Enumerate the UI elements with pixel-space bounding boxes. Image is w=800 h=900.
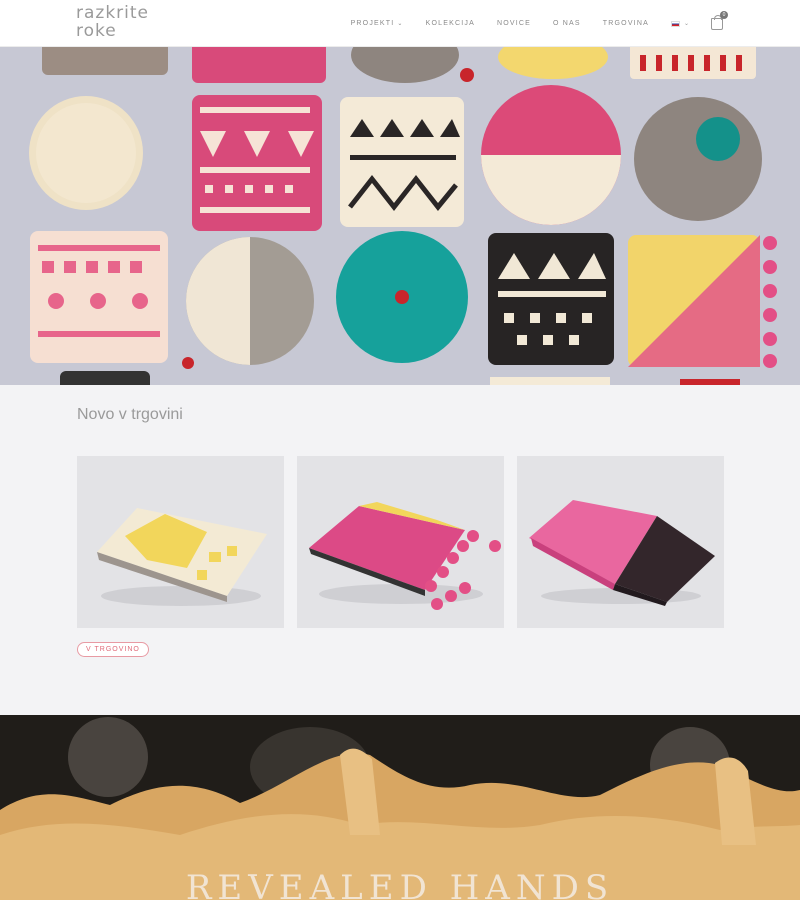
nav-item-trgovina[interactable]: TRGOVINA <box>603 20 649 27</box>
main-navigation: PROJEKTI ⌄ KOLEKCIJA NOVICE O NAS TRGOVI… <box>351 0 800 47</box>
banner-title: REVEALED HANDS <box>185 868 615 900</box>
pillows-collage-image <box>29 47 777 385</box>
product-card[interactable] <box>77 456 284 628</box>
cart-icon[interactable]: 0 <box>711 10 728 30</box>
product-card[interactable] <box>517 456 724 628</box>
cart-count-badge: 0 <box>720 10 728 19</box>
shop-button[interactable]: V TRGOVINO <box>77 642 149 657</box>
logo-line-1: razkrite <box>76 3 150 23</box>
nav-label-o-nas: O NAS <box>553 20 581 27</box>
product-grid <box>77 456 724 628</box>
product-card[interactable] <box>297 456 504 628</box>
slovenia-flag-icon <box>670 20 680 27</box>
site-logo[interactable]: razkrite roke <box>76 4 156 44</box>
chevron-down-icon: ⌄ <box>397 21 404 27</box>
site-header: razkrite roke PROJEKTI ⌄ KOLEKCIJA NOVIC… <box>0 0 800 47</box>
product-image-yellow-pillow <box>77 456 284 628</box>
nav-label-novice: NOVICE <box>496 20 531 27</box>
nav-label-projekti: PROJEKTI <box>350 20 395 27</box>
hero-image <box>0 47 800 385</box>
nav-label-trgovina: TRGOVINA <box>602 20 649 27</box>
product-image-pink-pillow <box>297 456 504 628</box>
product-image-fringe-pillow <box>517 456 724 628</box>
logo-line-2: roke <box>76 21 117 41</box>
nav-item-o-nas[interactable]: O NAS <box>553 20 581 27</box>
nav-item-kolekcija[interactable]: KOLEKCIJA <box>426 20 475 27</box>
nav-item-novice[interactable]: NOVICE <box>497 20 531 27</box>
language-switcher[interactable]: ⌄ <box>670 20 689 27</box>
nav-item-projekti[interactable]: PROJEKTI ⌄ <box>351 20 404 27</box>
nav-label-kolekcija: KOLEKCIJA <box>425 20 475 27</box>
section-title: Novo v trgovini <box>77 406 183 423</box>
chevron-down-icon: ⌄ <box>683 21 689 27</box>
